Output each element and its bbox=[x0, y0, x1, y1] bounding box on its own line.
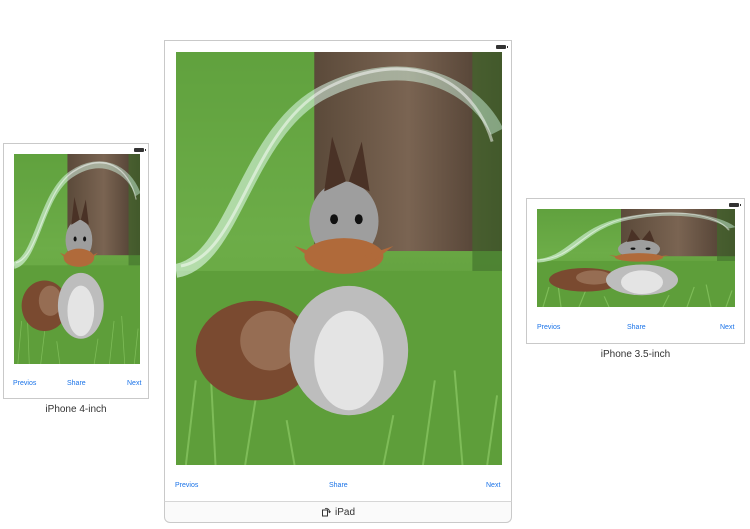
battery-icon bbox=[496, 45, 508, 49]
squirrel-photo bbox=[537, 209, 735, 307]
battery-icon bbox=[134, 148, 146, 152]
device-tab-ipad[interactable]: iPad bbox=[164, 501, 512, 523]
iphone-3-5-inch-frame: Previos Share Next bbox=[526, 198, 745, 344]
share-button[interactable]: Share bbox=[67, 380, 86, 387]
previous-button[interactable]: Previos bbox=[175, 482, 198, 489]
rotate-device-icon bbox=[321, 507, 331, 517]
device-label-ipad: iPad bbox=[334, 506, 355, 518]
battery-icon bbox=[729, 203, 741, 207]
previous-button[interactable]: Previos bbox=[13, 380, 36, 387]
device-label-iphone-3-5-inch: iPhone 3.5-inch bbox=[600, 349, 671, 360]
previous-button[interactable]: Previos bbox=[537, 324, 560, 331]
next-button[interactable]: Next bbox=[720, 324, 734, 331]
iphone-4-inch-frame: Previos Share Next bbox=[3, 143, 149, 399]
squirrel-photo bbox=[14, 154, 140, 364]
next-button[interactable]: Next bbox=[486, 482, 500, 489]
squirrel-photo bbox=[176, 52, 502, 465]
ipad-frame: Previos Share Next bbox=[164, 40, 512, 502]
share-button[interactable]: Share bbox=[627, 324, 646, 331]
share-button[interactable]: Share bbox=[329, 482, 348, 489]
device-label-iphone-4-inch: iPhone 4-inch bbox=[45, 404, 107, 415]
next-button[interactable]: Next bbox=[127, 380, 141, 387]
